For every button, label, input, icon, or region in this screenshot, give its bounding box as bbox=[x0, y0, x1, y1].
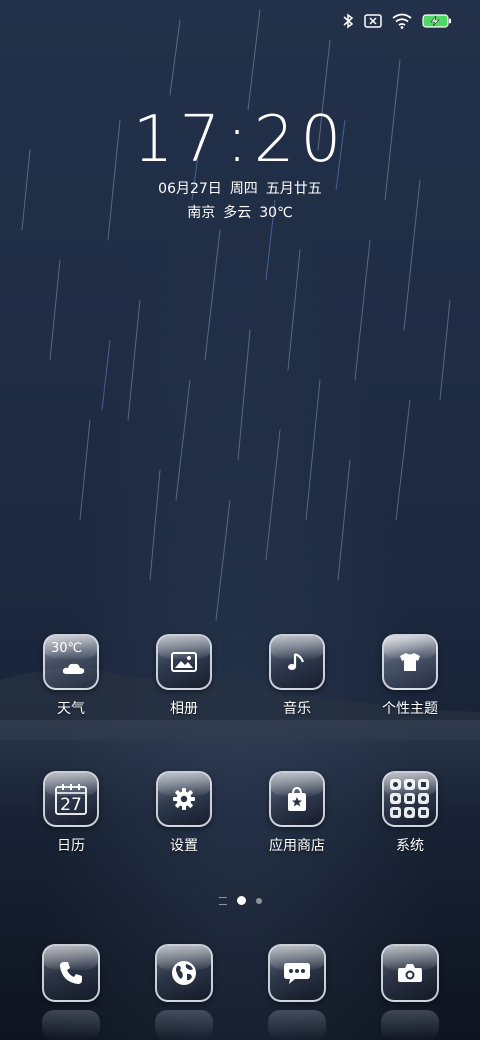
phone-app-icon bbox=[42, 944, 100, 1002]
app-weather[interactable]: 30℃ 天气 bbox=[26, 634, 116, 718]
no-sim-icon bbox=[364, 14, 382, 28]
condition-text: 多云 bbox=[223, 205, 252, 221]
dock-reflection bbox=[155, 1010, 213, 1040]
app-label-system: 系统 bbox=[396, 838, 424, 854]
app-system-folder[interactable]: 系统 bbox=[365, 771, 455, 855]
city-text: 南京 bbox=[187, 205, 216, 221]
phone-icon bbox=[60, 962, 82, 984]
app-label-calendar: 日历 bbox=[57, 838, 85, 854]
weather-line[interactable]: 南京 多云 30℃ bbox=[0, 202, 480, 222]
gallery-icon bbox=[171, 652, 197, 672]
app-label-gallery: 相册 bbox=[170, 701, 198, 717]
bluetooth-icon bbox=[342, 13, 354, 29]
dock-reflection bbox=[268, 1010, 326, 1040]
app-music[interactable]: 音乐 bbox=[252, 634, 342, 718]
app-store[interactable]: 应用商店 bbox=[252, 771, 342, 855]
weather-icon bbox=[62, 663, 85, 674]
app-settings[interactable]: 设置 bbox=[139, 771, 229, 855]
page-dot-1 bbox=[236, 896, 246, 905]
clock-time[interactable]: 17:20 bbox=[0, 104, 480, 176]
browser-globe-icon bbox=[172, 961, 196, 985]
calendar-app-icon: 27 bbox=[43, 771, 99, 827]
app-label-weather: 天气 bbox=[57, 701, 85, 717]
camera-app-icon bbox=[381, 944, 439, 1002]
gear-icon bbox=[173, 788, 195, 810]
dock-reflection bbox=[381, 1010, 439, 1040]
date-text: 06月27日 bbox=[158, 181, 222, 197]
status-bar bbox=[342, 8, 452, 34]
app-label-music: 音乐 bbox=[283, 701, 311, 717]
app-label-themes: 个性主题 bbox=[382, 701, 438, 717]
page-indicator[interactable] bbox=[0, 896, 480, 905]
app-gallery[interactable]: 相册 bbox=[139, 634, 229, 718]
messages-app-icon bbox=[268, 944, 326, 1002]
lunar-date-text: 五月廿五 bbox=[265, 181, 322, 197]
gallery-app-icon bbox=[156, 634, 212, 690]
app-calendar[interactable]: 27 日历 bbox=[26, 771, 116, 855]
weather-app-icon: 30℃ bbox=[43, 634, 99, 690]
temperature-text: 30℃ bbox=[259, 205, 293, 221]
app-label-settings: 设置 bbox=[170, 838, 198, 854]
app-themes[interactable]: 个性主题 bbox=[365, 634, 455, 718]
themes-app-icon bbox=[382, 634, 438, 690]
store-app-icon bbox=[269, 771, 325, 827]
weather-icon-temp: 30℃ bbox=[51, 641, 83, 656]
dock-camera[interactable] bbox=[365, 944, 455, 1002]
weekday-text: 周四 bbox=[229, 181, 258, 197]
settings-app-icon bbox=[156, 771, 212, 827]
dock-phone[interactable] bbox=[26, 944, 116, 1002]
theme-shirt-icon bbox=[400, 653, 420, 671]
store-bag-icon bbox=[288, 786, 306, 811]
date-line: 06月27日 周四 五月廿五 bbox=[0, 178, 480, 198]
music-app-icon bbox=[269, 634, 325, 690]
dock-messages[interactable] bbox=[252, 944, 342, 1002]
app-label-store: 应用商店 bbox=[269, 838, 325, 854]
folder-icon bbox=[390, 779, 429, 818]
camera-icon bbox=[398, 964, 422, 982]
battery-charging-icon bbox=[422, 13, 452, 29]
calendar-day: 27 bbox=[60, 795, 82, 815]
messages-icon bbox=[284, 963, 310, 984]
wifi-icon bbox=[392, 13, 412, 29]
page-dot-2 bbox=[255, 897, 262, 904]
page-overview-icon bbox=[218, 896, 227, 905]
system-folder-icon bbox=[382, 771, 438, 827]
dock-browser[interactable] bbox=[139, 944, 229, 1002]
music-note-icon bbox=[288, 652, 305, 670]
browser-app-icon bbox=[155, 944, 213, 1002]
dock-reflection bbox=[42, 1010, 100, 1040]
